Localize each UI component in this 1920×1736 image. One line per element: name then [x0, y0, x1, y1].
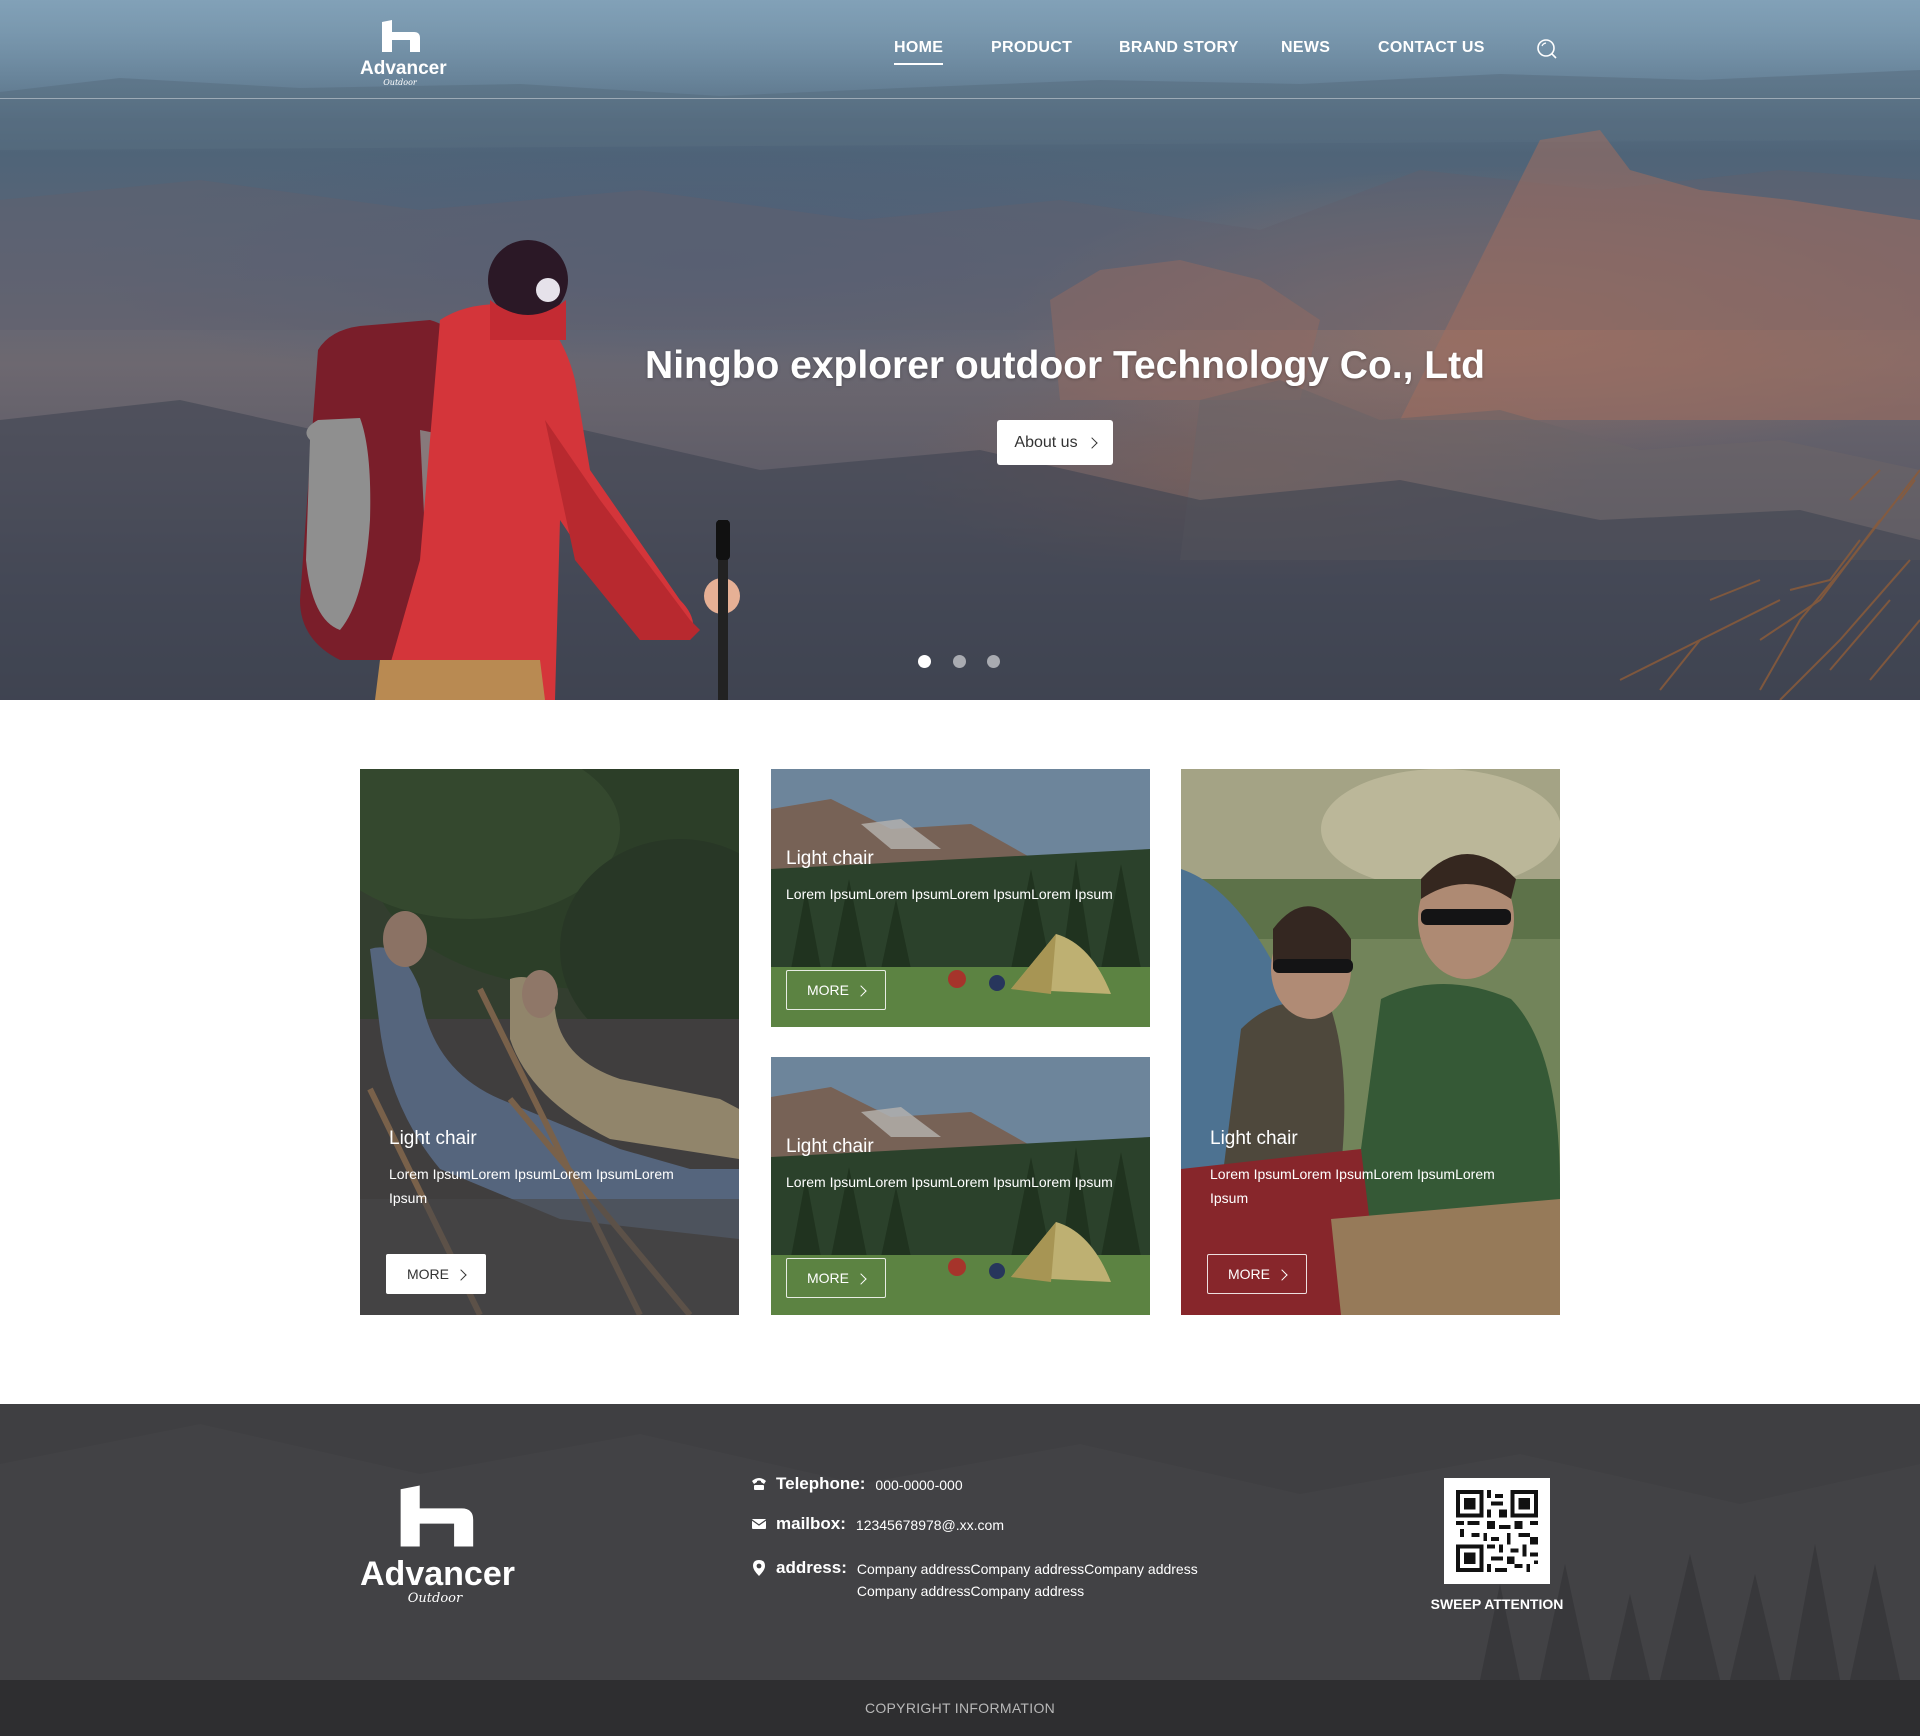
qr-code-icon: [1456, 1490, 1538, 1572]
product-card-1[interactable]: Light chair Lorem IpsumLorem IpsumLorem …: [360, 769, 739, 1315]
copyright-text: COPYRIGHT INFORMATION: [864, 1700, 1056, 1716]
card-1-desc: Lorem IpsumLorem IpsumLorem IpsumLorem I…: [389, 1166, 674, 1206]
telephone-icon: [752, 1478, 766, 1490]
card-3-more-label: MORE: [807, 1270, 849, 1286]
nav-item-product[interactable]: PRODUCT: [991, 39, 1072, 57]
product-card-4[interactable]: Light chair Lorem IpsumLorem IpsumLorem …: [1181, 769, 1560, 1315]
card-2-more-label: MORE: [807, 982, 849, 998]
slider-dot-1[interactable]: [918, 655, 931, 668]
card-4-desc: Lorem IpsumLorem IpsumLorem IpsumLorem I…: [1210, 1166, 1495, 1206]
copyright-bar: COPYRIGHT INFORMATION: [0, 1680, 1920, 1736]
chevron-right-icon: [1276, 1268, 1288, 1281]
card-3-more-button[interactable]: MORE: [786, 1258, 886, 1298]
address-value: Company addressCompany addressCompany ad…: [857, 1558, 1198, 1602]
nav-item-brand-story[interactable]: BRAND STORY: [1119, 39, 1239, 57]
card-1-more-button[interactable]: MORE: [386, 1254, 486, 1294]
slider-dot-3[interactable]: [987, 655, 1000, 668]
telephone-label: Telephone:: [776, 1474, 866, 1493]
product-card-3[interactable]: Light chair Lorem IpsumLorem IpsumLorem …: [771, 1057, 1150, 1315]
card-1-title: Light chair: [389, 1128, 477, 1149]
search-icon: [1537, 39, 1557, 59]
mail-icon: [751, 1519, 767, 1529]
search-button[interactable]: [1536, 38, 1558, 60]
hero-title: Ningbo explorer outdoor Technology Co., …: [645, 344, 1485, 388]
telephone-value: 000-0000-000: [875, 1477, 963, 1493]
hero-banner: Advancer Outdoor HOME PRODUCT BRAND STOR…: [0, 0, 1920, 700]
mailbox-value: 12345678978@.xx.com: [855, 1517, 1004, 1533]
card-2-title: Light chair: [786, 848, 874, 869]
product-card-2[interactable]: Light chair Lorem IpsumLorem IpsumLorem …: [771, 769, 1150, 1027]
nav-item-home[interactable]: HOME: [894, 39, 944, 65]
card-3-title: Light chair: [786, 1136, 874, 1157]
slider-dot-2[interactable]: [953, 655, 966, 668]
address-line-1: Company addressCompany addressCompany ad…: [856, 1561, 1198, 1577]
card-4-overlay: [1181, 769, 1560, 1315]
main-nav: HOME PRODUCT BRAND STORY NEWS CONTACT US: [0, 0, 1920, 98]
card-4-more-button[interactable]: MORE: [1207, 1254, 1307, 1294]
contact-address: address: Company addressCompany addressC…: [750, 1558, 1198, 1602]
chevron-right-icon: [1085, 437, 1098, 449]
card-2-desc: Lorem IpsumLorem IpsumLorem IpsumLorem I…: [786, 886, 1113, 902]
card-4-more-label: MORE: [1228, 1266, 1270, 1282]
about-us-label: About us: [1014, 433, 1078, 451]
footer: Advancer Outdoor Telephone: 000-0000-000…: [0, 1404, 1920, 1680]
nav-item-news[interactable]: NEWS: [1281, 39, 1330, 57]
chevron-right-icon: [455, 1268, 467, 1281]
chevron-right-icon: [855, 984, 867, 997]
location-pin-icon: [753, 1560, 765, 1576]
logo-mark-icon: [400, 1485, 474, 1547]
address-label: address:: [776, 1558, 847, 1577]
contact-telephone: Telephone: 000-0000-000: [750, 1474, 963, 1496]
address-line-2: Company addressCompany address: [856, 1583, 1085, 1599]
contact-mailbox: mailbox: 12345678978@.xx.com: [750, 1514, 1004, 1536]
card-3-desc: Lorem IpsumLorem IpsumLorem IpsumLorem I…: [786, 1174, 1113, 1190]
chevron-right-icon: [855, 1272, 867, 1285]
card-1-more-label: MORE: [407, 1266, 449, 1282]
mailbox-label: mailbox:: [776, 1514, 846, 1533]
card-1-overlay: [360, 769, 739, 1315]
card-4-title: Light chair: [1210, 1128, 1298, 1149]
footer-logo-subtitle: Outdoor: [407, 1591, 463, 1606]
qr-caption: SWEEP ATTENTION: [1430, 1596, 1564, 1612]
footer-background: [0, 1424, 1920, 1680]
card-2-more-button[interactable]: MORE: [786, 970, 886, 1010]
qr-code: [1444, 1478, 1550, 1584]
footer-logo[interactable]: Advancer Outdoor: [360, 1484, 515, 1606]
nav-item-contact-us[interactable]: CONTACT US: [1378, 39, 1485, 57]
header-divider: [0, 98, 1920, 99]
about-us-button[interactable]: About us: [997, 420, 1113, 465]
footer-logo-wordmark: Advancer: [360, 1555, 515, 1593]
